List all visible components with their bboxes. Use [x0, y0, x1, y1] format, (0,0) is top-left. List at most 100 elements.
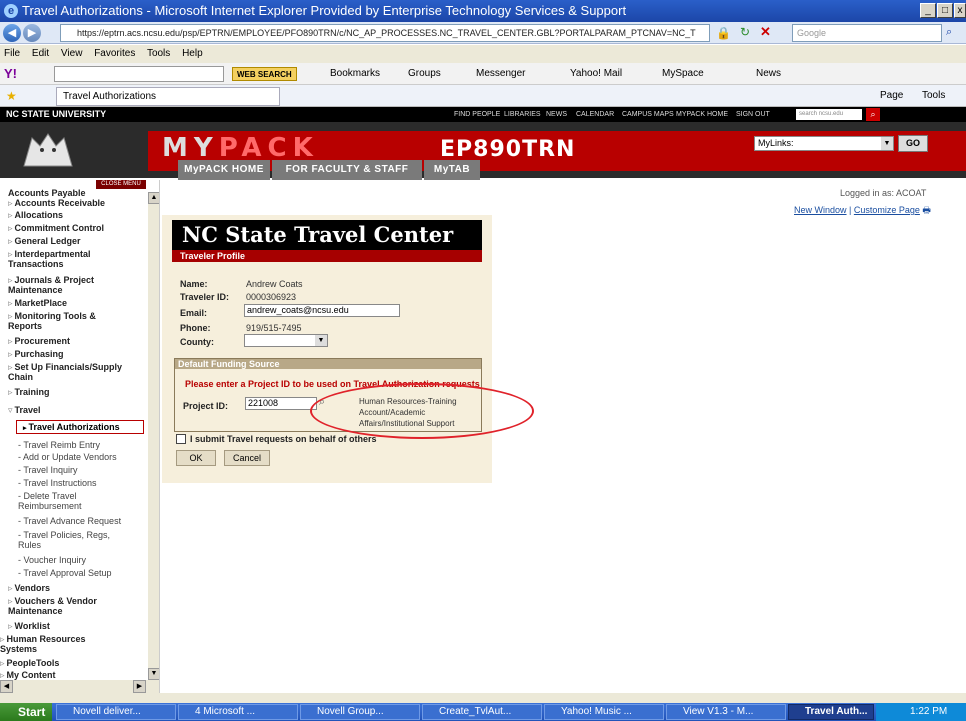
sidebar-item-voucher-inquiry[interactable]: - Voucher Inquiry	[18, 555, 86, 565]
yahoo-myspace[interactable]: MySpace	[662, 63, 704, 84]
scroll-right-icon[interactable]: ▶	[133, 680, 146, 693]
link-libraries[interactable]: LIBRARIES	[504, 107, 541, 122]
address-input[interactable]: https://eptrn.acs.ncsu.edu/psp/EPTRN/EMP…	[60, 24, 710, 42]
link-mypack-home[interactable]: MYPACK HOME	[676, 107, 728, 122]
sidebar-item-travel-policies[interactable]: - Travel Policies, Regs, Rules	[18, 530, 114, 550]
sidebar-item-travel-advance-request[interactable]: - Travel Advance Request	[18, 516, 121, 526]
taskbar-item-view-v13[interactable]: View V1.3 - M...	[666, 704, 786, 720]
scroll-down-icon[interactable]: ▼	[148, 668, 159, 680]
favorites-star-icon[interactable]: ★	[6, 85, 17, 107]
customize-page-link[interactable]: Customize Page	[854, 205, 920, 215]
menu-file[interactable]: File	[4, 48, 20, 59]
sidebar-item-interdepartmental[interactable]: ▹ Interdepartmental Transactions	[8, 249, 124, 269]
yahoo-groups[interactable]: Groups	[408, 63, 441, 84]
page-horizontal-scrollbar[interactable]	[0, 693, 966, 703]
sidebar-item-worklist[interactable]: ▹ Worklist	[8, 621, 50, 631]
ok-button[interactable]: OK	[176, 450, 216, 466]
close-menu-button[interactable]: CLOSE MENU	[96, 180, 146, 189]
taskbar-item-travel-auth[interactable]: Travel Auth...	[788, 704, 874, 720]
email-field[interactable]: andrew_coats@ncsu.edu	[244, 304, 400, 317]
sidebar-horizontal-scrollbar[interactable]: ◀ ▶	[0, 680, 159, 693]
sidebar-item-training[interactable]: ▹ Training	[8, 387, 50, 397]
taskbar-item-yahoo-music[interactable]: Yahoo! Music ...	[544, 704, 664, 720]
sidebar-item-travel-inquiry[interactable]: - Travel Inquiry	[18, 465, 78, 475]
sidebar-item-journals[interactable]: ▹ Journals & Project Maintenance	[8, 275, 124, 295]
menu-favorites[interactable]: Favorites	[94, 48, 135, 59]
sidebar-vertical-scrollbar[interactable]: ▲ ▼	[148, 192, 159, 680]
sidebar-item-vendors[interactable]: ▹ Vendors	[8, 583, 50, 593]
browser-tab[interactable]: Travel Authorizations	[56, 87, 280, 106]
yahoo-news[interactable]: News	[756, 63, 781, 84]
tab-mytab[interactable]: MyTAB	[424, 160, 480, 180]
link-calendar[interactable]: CALENDAR	[576, 107, 614, 122]
scroll-left-icon[interactable]: ◀	[0, 680, 13, 693]
sidebar-item-travel[interactable]: ▿ Travel	[8, 405, 41, 415]
sidebar-item-commitment-control[interactable]: ▹ Commitment Control	[8, 223, 104, 233]
tools-menu[interactable]: Tools	[922, 85, 945, 107]
taskbar-item-create-tvlaut[interactable]: Create_TvlAut...	[422, 704, 542, 720]
sidebar-item-procurement[interactable]: ▹ Procurement	[8, 336, 70, 346]
tab-mypack-home[interactable]: MyPACK HOME	[178, 160, 270, 180]
page-menu[interactable]: Page	[880, 85, 903, 107]
refresh-icon[interactable]: ↻	[740, 25, 750, 39]
mylinks-select[interactable]: MyLinks: ▼	[754, 136, 894, 151]
new-window-link[interactable]: New Window	[794, 205, 847, 215]
taskbar-item-microsoft[interactable]: 4 Microsoft ...	[178, 704, 298, 720]
county-select[interactable]: ▼	[244, 334, 328, 347]
project-id-field[interactable]: 221008	[245, 397, 317, 410]
back-icon[interactable]: ◀	[3, 24, 21, 42]
stop-icon[interactable]: ✕	[760, 24, 771, 40]
link-news[interactable]: NEWS	[546, 107, 567, 122]
yahoo-search-input[interactable]	[54, 66, 224, 82]
search-box[interactable]: Google	[792, 24, 942, 42]
sidebar-item-vouchers-vendor-maintenance[interactable]: ▹ Vouchers & Vendor Maintenance	[8, 596, 124, 616]
lock-icon[interactable]: 🔒	[716, 26, 731, 40]
behalf-checkbox[interactable]	[176, 434, 186, 444]
menu-view[interactable]: View	[61, 48, 83, 59]
close-window-button[interactable]: x	[954, 3, 966, 18]
minimize-button[interactable]: _	[920, 3, 936, 18]
menu-help[interactable]: Help	[182, 48, 203, 59]
campus-search-input[interactable]: search ncsu.edu	[796, 109, 862, 120]
web-search-button[interactable]: WEB SEARCH	[232, 67, 297, 81]
campus-search-icon[interactable]: ⌕	[866, 108, 880, 121]
sidebar-item-travel-reimb-entry[interactable]: - Travel Reimb Entry	[18, 440, 100, 450]
go-button[interactable]: GO	[898, 135, 928, 152]
sidebar-item-travel-authorizations[interactable]: ▸ Travel Authorizations	[16, 420, 144, 434]
sidebar-item-general-ledger[interactable]: ▹ General Ledger	[8, 236, 81, 246]
tab-faculty-staff[interactable]: FOR FACULTY & STAFF	[272, 160, 422, 180]
sidebar-item-travel-instructions[interactable]: - Travel Instructions	[18, 478, 97, 488]
sidebar-item-accounts-receivable[interactable]: ▹ Accounts Receivable	[8, 198, 105, 208]
sidebar-item-purchasing[interactable]: ▹ Purchasing	[8, 349, 64, 359]
cancel-button[interactable]: Cancel	[224, 450, 270, 466]
yahoo-logo-icon[interactable]: Y!	[4, 63, 17, 84]
yahoo-messenger[interactable]: Messenger	[476, 63, 525, 84]
scroll-up-icon[interactable]: ▲	[148, 192, 159, 204]
sidebar-item-travel-approval-setup[interactable]: - Travel Approval Setup	[18, 568, 112, 578]
sidebar-item-peopletools[interactable]: ▹ PeopleTools	[0, 658, 59, 668]
start-button[interactable]: Start	[0, 703, 52, 721]
sidebar-item-add-update-vendors[interactable]: - Add or Update Vendors	[18, 452, 117, 462]
menu-tools[interactable]: Tools	[147, 48, 170, 59]
sidebar-item-monitoring-tools[interactable]: ▹ Monitoring Tools & Reports	[8, 311, 124, 331]
sidebar-item-allocations[interactable]: ▹ Allocations	[8, 210, 63, 220]
menu-edit[interactable]: Edit	[32, 48, 49, 59]
sidebar-item-delete-travel-reimbursement[interactable]: - Delete Travel Reimbursement	[18, 491, 98, 511]
taskbar-item-novell-group[interactable]: Novell Group...	[300, 704, 420, 720]
link-sign-out[interactable]: SIGN OUT	[736, 107, 770, 122]
print-icon[interactable]: 🖶	[922, 205, 931, 215]
sidebar-item-marketplace[interactable]: ▹ MarketPlace	[8, 298, 67, 308]
link-campus-maps[interactable]: CAMPUS MAPS	[622, 107, 674, 122]
sidebar-item-my-content[interactable]: ▹ My Content	[0, 670, 56, 680]
maximize-button[interactable]: □	[937, 3, 953, 18]
yahoo-bookmarks[interactable]: Bookmarks	[330, 63, 380, 84]
sidebar-item-setup-financials[interactable]: ▹ Set Up Financials/Supply Chain	[8, 362, 144, 382]
taskbar-item-novell-deliver[interactable]: Novell deliver...	[56, 704, 176, 720]
forward-icon[interactable]: ▶	[23, 24, 41, 42]
university-logo[interactable]: NC STATE UNIVERSITY	[6, 107, 106, 122]
link-find-people[interactable]: FIND PEOPLE	[454, 107, 500, 122]
sidebar-item-human-resources[interactable]: ▹ Human Resources Systems	[0, 634, 100, 654]
sidebar-item-accounts-payable[interactable]: Accounts Payable	[8, 188, 86, 198]
search-icon[interactable]: ⌕	[946, 26, 952, 39]
yahoo-mail[interactable]: Yahoo! Mail	[570, 63, 622, 84]
